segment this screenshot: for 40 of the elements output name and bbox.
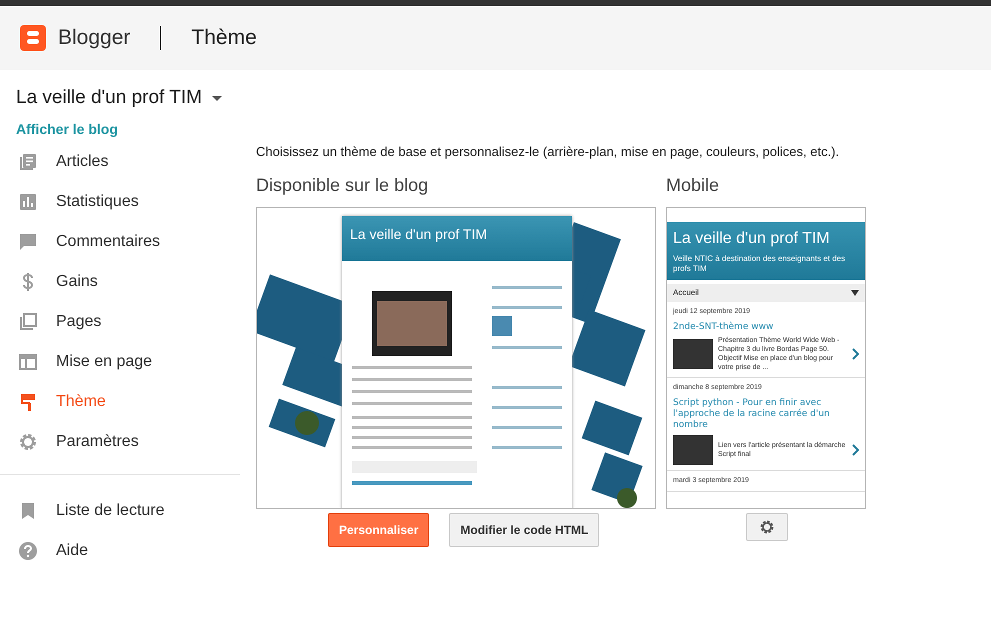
articles-icon	[18, 152, 38, 172]
post-title[interactable]: 2nde-SNT-thème www	[673, 322, 859, 334]
settings-icon	[759, 519, 775, 536]
chevron-right-icon[interactable]	[852, 444, 859, 456]
dropdown-caret-icon[interactable]	[851, 290, 859, 296]
blog-title: La veille d'un prof TIM	[673, 228, 831, 248]
section-heading: Disponible sur le blog	[256, 174, 430, 197]
sidebar-item[interactable]: Paramètres	[0, 422, 240, 462]
blog-selector[interactable]: La veille d'un prof TIM	[16, 84, 202, 112]
edit-html-button[interactable]: Modifier le code HTML	[449, 512, 600, 546]
sidebar-item[interactable]: Liste de lecture	[0, 490, 240, 530]
layout-icon	[18, 352, 38, 372]
blog-title: La veille d'un prof TIM	[350, 224, 488, 244]
blog-subtitle: Veille NTIC à destination des enseignants et des profs TIM	[673, 254, 846, 274]
settings-button[interactable]	[746, 512, 788, 540]
dropdown-caret-icon[interactable]	[212, 96, 222, 101]
section-heading: Mobile	[666, 174, 720, 196]
view-blog-link[interactable]: Afficher le blog	[0, 112, 134, 140]
blogger-logo-icon[interactable]	[20, 25, 46, 51]
intro-text: Choisissez un thème de base et personnalisez-le (arrière-plan, mise en page, couleurs, polices, etc.).	[256, 143, 840, 161]
pages-icon	[18, 312, 38, 332]
sidebar-item[interactable]: Statistiques	[0, 182, 240, 222]
sidebar-item[interactable]: Gains	[0, 262, 240, 302]
settings-icon	[18, 432, 38, 452]
thumbnail-placeholder	[673, 339, 713, 370]
sidebar-item[interactable]: Commentaires	[0, 222, 240, 262]
help-icon	[18, 540, 38, 560]
chevron-right-icon[interactable]	[852, 348, 859, 360]
app-name[interactable]: Blogger	[58, 22, 130, 54]
post-title[interactable]: Script python - Pour en finir avec l'approche de la racine carrée d'un nombre	[673, 398, 859, 432]
sidebar-item[interactable]: Pages	[0, 302, 240, 342]
sidebar-item[interactable]: Mise en page	[0, 342, 240, 382]
page-title: Thème	[191, 25, 257, 52]
comment-icon	[18, 232, 38, 252]
bar-chart-icon	[18, 192, 38, 212]
sidebar-item[interactable]: Aide	[0, 530, 240, 570]
thumbnail-placeholder	[673, 434, 713, 465]
sidebar-item[interactable]: Articles	[0, 142, 240, 182]
paint-roller-icon	[18, 392, 38, 412]
nav-label[interactable]: Accueil	[673, 287, 699, 300]
